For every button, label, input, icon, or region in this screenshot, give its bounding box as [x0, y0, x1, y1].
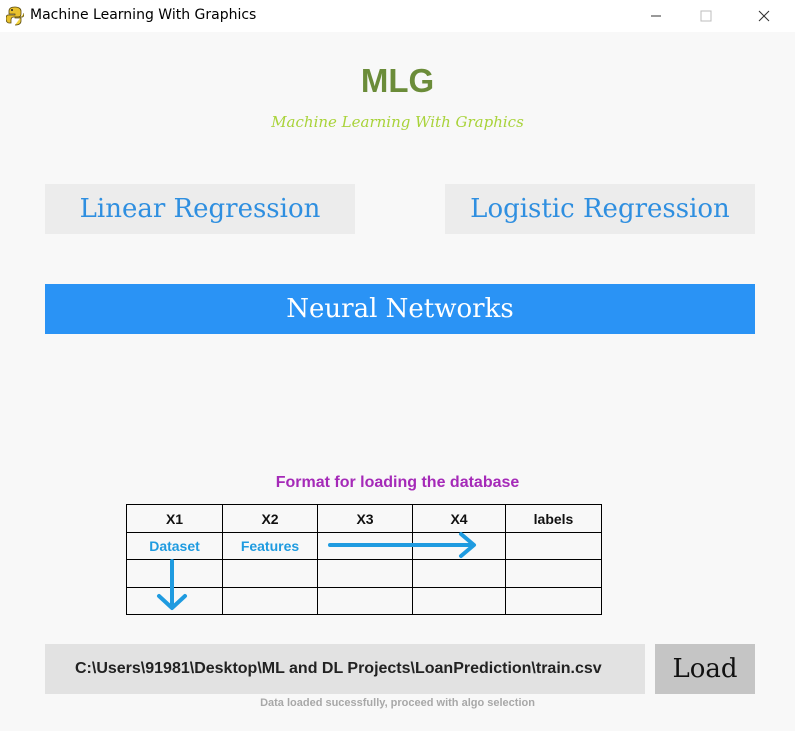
neural-networks-button[interactable]: Neural Networks — [45, 284, 755, 334]
minimize-icon — [651, 15, 661, 17]
header-x3: X3 — [317, 503, 413, 534]
table-header-row: X1 X2 X3 X4 labels — [126, 503, 602, 534]
minimize-button[interactable] — [633, 0, 679, 32]
format-table: X1 X2 X3 X4 labels Dataset Features — [126, 503, 602, 616]
status-message: Data loaded sucessfully, proceed with al… — [260, 697, 535, 709]
table-cell — [126, 586, 223, 616]
app-title: MLG — [360, 62, 435, 99]
table-cell — [126, 559, 223, 588]
features-label: Features — [222, 532, 318, 561]
table-cell — [412, 532, 506, 561]
python-snake-icon — [6, 6, 24, 26]
logistic-regression-button[interactable]: Logistic Regression — [445, 184, 755, 234]
table-cell — [412, 559, 506, 588]
table-cell — [412, 586, 506, 616]
app-subtitle: Machine Learning With Graphics — [271, 113, 524, 131]
table-cell — [505, 586, 602, 616]
table-row — [126, 586, 602, 616]
file-path-input[interactable] — [45, 644, 645, 694]
table-row — [126, 559, 602, 588]
linear-regression-button[interactable]: Linear Regression — [45, 184, 355, 234]
header-labels: labels — [505, 503, 602, 534]
close-icon — [758, 10, 770, 22]
table-cell — [317, 532, 413, 561]
header-x2: X2 — [222, 503, 318, 534]
title-bar: Machine Learning With Graphics — [0, 0, 795, 32]
format-arrows — [157, 532, 476, 610]
header-x1: X1 — [126, 503, 223, 534]
maximize-button[interactable] — [683, 0, 729, 32]
table-cell — [317, 559, 413, 588]
table-cell — [222, 586, 318, 616]
table-cell — [505, 559, 602, 588]
dataset-label: Dataset — [126, 532, 223, 561]
window-title: Machine Learning With Graphics — [30, 7, 257, 23]
table-cell — [505, 532, 602, 561]
load-button[interactable]: Load — [655, 644, 755, 694]
header-x4: X4 — [412, 503, 506, 534]
table-cell — [317, 586, 413, 616]
format-title: Format for loading the database — [275, 474, 520, 491]
table-cell — [222, 559, 318, 588]
table-row: Dataset Features — [126, 532, 602, 561]
close-button[interactable] — [741, 0, 787, 32]
maximize-icon — [700, 10, 712, 22]
